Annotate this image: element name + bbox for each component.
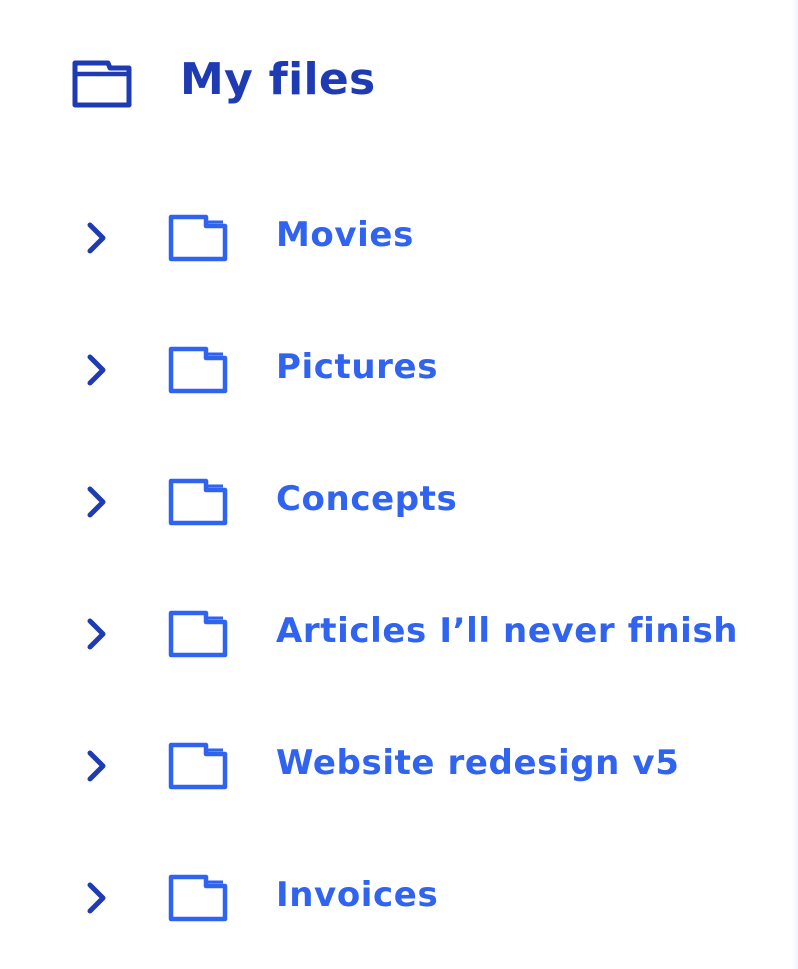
chevron-right-icon[interactable]: [78, 220, 114, 256]
panel-edge: [792, 0, 798, 969]
chevron-right-icon[interactable]: [78, 748, 114, 784]
page-title: My files: [180, 54, 376, 105]
tree-item-concepts[interactable]: Concepts: [78, 436, 778, 568]
folder-icon: [168, 478, 228, 526]
page-header: My files: [72, 52, 376, 108]
tree-item-website-redesign[interactable]: Website redesign v5: [78, 700, 778, 832]
tree-item-label: Articles I’ll never finish: [276, 611, 739, 651]
tree-item-label: Concepts: [276, 479, 458, 519]
chevron-right-icon[interactable]: [78, 484, 114, 520]
folder-icon: [168, 214, 228, 262]
tree-item-label: Pictures: [276, 347, 439, 387]
folder-icon: [168, 346, 228, 394]
tree-item-movies[interactable]: Movies: [78, 172, 778, 304]
tree-item-invoices[interactable]: Invoices: [78, 832, 778, 964]
chevron-right-icon[interactable]: [78, 352, 114, 388]
tree-item-label: Invoices: [276, 875, 439, 915]
folder-icon: [168, 610, 228, 658]
tree-item-label: Movies: [276, 215, 414, 255]
tree-item-articles[interactable]: Articles I’ll never finish: [78, 568, 778, 700]
chevron-right-icon[interactable]: [78, 880, 114, 916]
folder-icon: [168, 874, 228, 922]
folder-tree: Movies Pictures Concepts Articles I’ll n…: [78, 172, 778, 964]
folder-icon: [72, 60, 132, 108]
chevron-right-icon[interactable]: [78, 616, 114, 652]
tree-item-pictures[interactable]: Pictures: [78, 304, 778, 436]
tree-item-label: Website redesign v5: [276, 743, 680, 783]
folder-icon: [168, 742, 228, 790]
